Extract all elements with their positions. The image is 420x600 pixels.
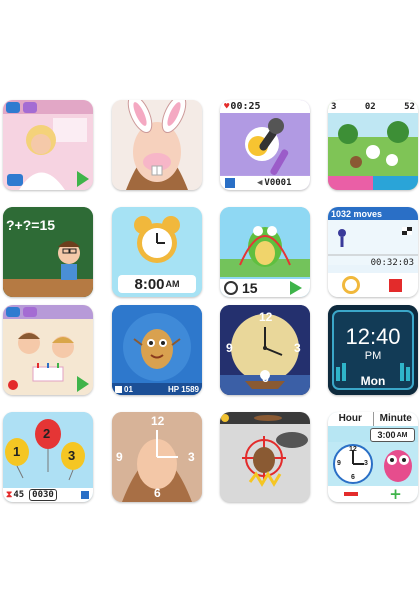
potato-status-bar: 01 HP 1589 bbox=[112, 383, 202, 395]
camera-icon[interactable] bbox=[7, 174, 23, 186]
tile-catch-game[interactable]: 3 02 52 bbox=[328, 100, 418, 190]
stop-button[interactable] bbox=[225, 178, 235, 188]
tile-jump-rope-game[interactable]: 15 bbox=[220, 207, 310, 297]
tile-potato-pet[interactable]: 01 HP 1589 bbox=[112, 305, 202, 395]
speaker-icon: ◀ bbox=[257, 178, 263, 188]
jump-count: 15 bbox=[242, 280, 258, 296]
moon-clock-numeral-12: 12 bbox=[259, 310, 273, 324]
math-equation: ?+?=15 bbox=[6, 217, 56, 233]
clock-setting-numeral-9: 9 bbox=[337, 460, 341, 467]
balloon-status-bar: ⧗ 45 0030 bbox=[3, 488, 93, 502]
potato-hp: HP 1589 bbox=[168, 384, 199, 394]
tile-photo-clock[interactable]: 12 3 6 9 bbox=[112, 412, 202, 502]
tile-voice-recorder[interactable]: ♥ 00:25 ◀ V0001 bbox=[220, 100, 310, 190]
tile-photo-camera[interactable] bbox=[3, 100, 93, 190]
refresh-icon bbox=[341, 276, 360, 294]
running-timer: 00:32:03 bbox=[370, 258, 414, 268]
moon-clock-numeral-6: 6 bbox=[262, 371, 269, 385]
recording-file-label: V0001 bbox=[264, 178, 292, 188]
tile-bunny-face[interactable] bbox=[112, 100, 202, 190]
tile-clock-setting[interactable]: Hour Minute 3:00 AM 12 3 6 9 + bbox=[328, 412, 418, 502]
tile-math-class[interactable]: ?+?=15 bbox=[3, 207, 93, 297]
tile-target-game[interactable] bbox=[220, 412, 310, 502]
clock-setting-control-bar: + bbox=[328, 486, 418, 502]
plus-icon: + bbox=[389, 484, 402, 502]
alarm-time: 8:00 bbox=[134, 275, 165, 293]
running-control-bar bbox=[328, 273, 418, 297]
photo-icon[interactable] bbox=[23, 102, 37, 113]
move-right-button[interactable] bbox=[373, 176, 418, 190]
digital-clock-day: Mon bbox=[360, 374, 386, 388]
clock-setting-numeral-6: 6 bbox=[351, 474, 355, 481]
hourglass-icon: ⧗ bbox=[6, 490, 13, 500]
moon-clock-numeral-3: 3 bbox=[294, 341, 301, 355]
bunny-face-illustration bbox=[112, 100, 202, 190]
clock-setting-numeral-12: 12 bbox=[349, 446, 357, 453]
balloon-number-1[interactable]: 1 bbox=[13, 444, 20, 459]
tile-party-photo[interactable] bbox=[3, 305, 93, 395]
record-button[interactable] bbox=[8, 380, 18, 390]
moon-clock-numeral-9: 9 bbox=[226, 341, 233, 355]
potato-count: 01 bbox=[124, 384, 133, 394]
photo-clock-numeral-9: 9 bbox=[116, 450, 123, 464]
balloon-level: 45 bbox=[13, 490, 25, 500]
minus-icon bbox=[343, 492, 358, 496]
target-scene bbox=[220, 412, 310, 502]
tile-balloon-game[interactable]: 2 1 3 ⧗ 45 0030 bbox=[3, 412, 93, 502]
feed-icon bbox=[115, 385, 122, 393]
catch-game-control-bar bbox=[328, 176, 418, 190]
alarm-time-display: 8:00 AM bbox=[118, 275, 196, 293]
tile-alarm-clock[interactable]: 8:00 AM bbox=[112, 207, 202, 297]
move-left-button[interactable] bbox=[328, 176, 373, 190]
photo-clock-numeral-12: 12 bbox=[151, 414, 165, 428]
clock-setting-numeral-3: 3 bbox=[364, 460, 368, 467]
play-button[interactable] bbox=[290, 281, 302, 295]
tile-digital-clock[interactable]: 12:40 PM Mon bbox=[328, 305, 418, 395]
tile-running-game[interactable]: 1032 moves 00:32:03 bbox=[328, 207, 418, 297]
recorder-bottom-bar: ◀ V0001 bbox=[220, 176, 310, 190]
camera-icon[interactable] bbox=[6, 307, 20, 317]
increase-button[interactable]: + bbox=[373, 486, 418, 502]
potato-pet-illustration bbox=[112, 305, 202, 395]
stopwatch-icon bbox=[224, 281, 238, 295]
save-icon bbox=[81, 491, 89, 499]
play-icon[interactable] bbox=[77, 171, 89, 187]
photo-icon[interactable] bbox=[23, 307, 37, 317]
balloon-number-2[interactable]: 2 bbox=[43, 426, 50, 441]
photo-clock-numeral-6: 6 bbox=[154, 486, 161, 500]
alarm-am-pm: AM bbox=[165, 279, 180, 289]
digital-clock-time: 12:40 bbox=[345, 324, 401, 349]
jump-rope-status-bar: 15 bbox=[220, 279, 310, 297]
play-icon[interactable] bbox=[77, 376, 89, 392]
digital-clock-period: PM bbox=[364, 350, 382, 362]
stop-button[interactable] bbox=[373, 273, 418, 297]
decrease-button[interactable] bbox=[328, 486, 373, 502]
balloon-number-3[interactable]: 3 bbox=[68, 448, 75, 463]
balloon-score: 0030 bbox=[29, 489, 57, 501]
app-tile-grid: ♥ 00:25 ◀ V0001 3 02 52 ?+?=15 8:00 AM 1… bbox=[0, 0, 420, 600]
tile-moon-clock[interactable]: 12 3 6 9 bbox=[220, 305, 310, 395]
restart-button[interactable] bbox=[328, 273, 373, 297]
stop-icon bbox=[389, 278, 402, 292]
camera-icon[interactable] bbox=[6, 102, 20, 113]
photo-clock-numeral-3: 3 bbox=[188, 450, 195, 464]
